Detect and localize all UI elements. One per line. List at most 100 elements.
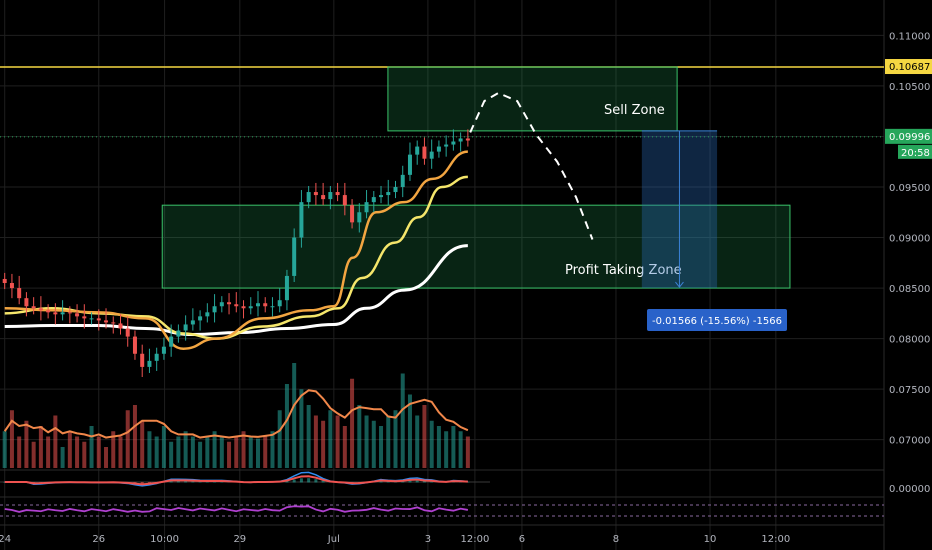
volume-bar — [357, 405, 362, 468]
candle-body[interactable] — [24, 298, 29, 307]
trading-chart[interactable]: Sell ZoneProfit Taking Zone-0.01566 (-15… — [0, 0, 932, 550]
volume-bar — [169, 441, 174, 468]
candle-body[interactable] — [342, 195, 347, 206]
time-tick-label: Jul — [327, 534, 340, 545]
candle-body[interactable] — [357, 212, 362, 223]
candle-body[interactable] — [53, 312, 58, 315]
candle-body[interactable] — [386, 192, 391, 196]
candle-body[interactable] — [277, 300, 282, 307]
time-tick-label: 3 — [425, 534, 431, 545]
volume-bar — [451, 426, 456, 468]
volume-bar — [277, 410, 282, 468]
volume-bar — [9, 410, 14, 468]
candle-body[interactable] — [46, 310, 51, 313]
volume-bar — [140, 420, 145, 468]
candle-body[interactable] — [9, 283, 14, 289]
volume-bar — [306, 405, 311, 468]
candle-body[interactable] — [335, 192, 340, 196]
volume-bar — [299, 389, 304, 468]
volume-bar — [444, 431, 449, 468]
osc-tick-label: 0.00000 — [889, 484, 930, 495]
candle-body[interactable] — [227, 302, 232, 305]
horizontal-price-label: 0.10687 — [889, 62, 930, 73]
candle-body[interactable] — [60, 312, 65, 315]
candle-body[interactable] — [161, 346, 166, 354]
candle-body[interactable] — [444, 144, 449, 147]
zone-rectangle[interactable] — [387, 66, 678, 132]
volume-bar — [104, 447, 109, 468]
candle-body[interactable] — [212, 306, 217, 313]
candle-body[interactable] — [436, 146, 441, 152]
time-tick-label: 8 — [613, 534, 619, 545]
candle-body[interactable] — [248, 306, 253, 309]
candle-body[interactable] — [364, 202, 369, 213]
candle-body[interactable] — [422, 146, 427, 159]
candle-body[interactable] — [132, 336, 137, 354]
candle-body[interactable] — [292, 237, 297, 276]
candle-body[interactable] — [205, 312, 210, 317]
volume-bar — [161, 426, 166, 468]
candle-body[interactable] — [255, 303, 260, 307]
candle-body[interactable] — [306, 192, 311, 203]
candle-body[interactable] — [458, 138, 463, 142]
volume-bar — [67, 431, 72, 468]
candle-body[interactable] — [125, 328, 130, 337]
volume-bar — [147, 431, 152, 468]
candle-body[interactable] — [104, 320, 109, 323]
candle-body[interactable] — [263, 303, 268, 307]
candle-body[interactable] — [400, 174, 405, 187]
candle-body[interactable] — [299, 202, 304, 238]
volume-bar — [465, 436, 470, 468]
candle-body[interactable] — [407, 154, 412, 175]
candle-body[interactable] — [328, 192, 333, 200]
volume-bar — [393, 410, 398, 468]
volume-bar — [31, 441, 36, 468]
candle-body[interactable] — [241, 306, 246, 309]
time-tick-label: 24 — [0, 534, 11, 545]
candle-body[interactable] — [82, 316, 87, 319]
candle-body[interactable] — [183, 324, 188, 331]
candle-body[interactable] — [2, 278, 7, 284]
candle-body[interactable] — [154, 353, 159, 361]
candle-body[interactable] — [379, 195, 384, 198]
candle-body[interactable] — [17, 288, 22, 299]
osc-histogram-bar — [314, 479, 318, 483]
time-tick-label: 29 — [233, 534, 246, 545]
time-tick-label: 6 — [519, 534, 525, 545]
candle-body[interactable] — [140, 353, 145, 367]
volume-bar — [82, 441, 87, 468]
candle-body[interactable] — [96, 318, 101, 321]
candle-body[interactable] — [219, 302, 224, 307]
candle-body[interactable] — [270, 306, 275, 308]
candle-body[interactable] — [38, 308, 43, 311]
time-tick-label: 12:00 — [761, 534, 790, 545]
candle-body[interactable] — [321, 195, 326, 200]
candle-body[interactable] — [190, 320, 195, 325]
candle-body[interactable] — [169, 336, 174, 347]
volume-bar — [38, 426, 43, 468]
candle-body[interactable] — [198, 316, 203, 321]
candle-body[interactable] — [176, 330, 181, 337]
candle-body[interactable] — [147, 360, 152, 367]
candle-body[interactable] — [234, 304, 239, 307]
candle-body[interactable] — [350, 205, 355, 223]
candle-body[interactable] — [465, 138, 470, 141]
candle-body[interactable] — [451, 141, 456, 145]
candle-body[interactable] — [371, 197, 376, 203]
candle-body[interactable] — [284, 275, 289, 301]
candle-body[interactable] — [89, 318, 94, 320]
candle-body[interactable] — [67, 312, 72, 314]
candle-body[interactable] — [393, 186, 398, 193]
candle-body[interactable] — [31, 306, 36, 309]
candle-body[interactable] — [415, 146, 420, 155]
volume-bar — [313, 415, 318, 468]
candle-body[interactable] — [118, 323, 123, 329]
candle-body[interactable] — [75, 313, 80, 317]
last-price-label: 0.09996 — [889, 132, 930, 143]
candle-body[interactable] — [429, 151, 434, 159]
volume-bar — [400, 373, 405, 468]
candle-body[interactable] — [313, 192, 318, 196]
price-tick-label: 0.10500 — [889, 82, 930, 93]
volume-bar — [263, 436, 268, 468]
candle-body[interactable] — [111, 322, 116, 324]
